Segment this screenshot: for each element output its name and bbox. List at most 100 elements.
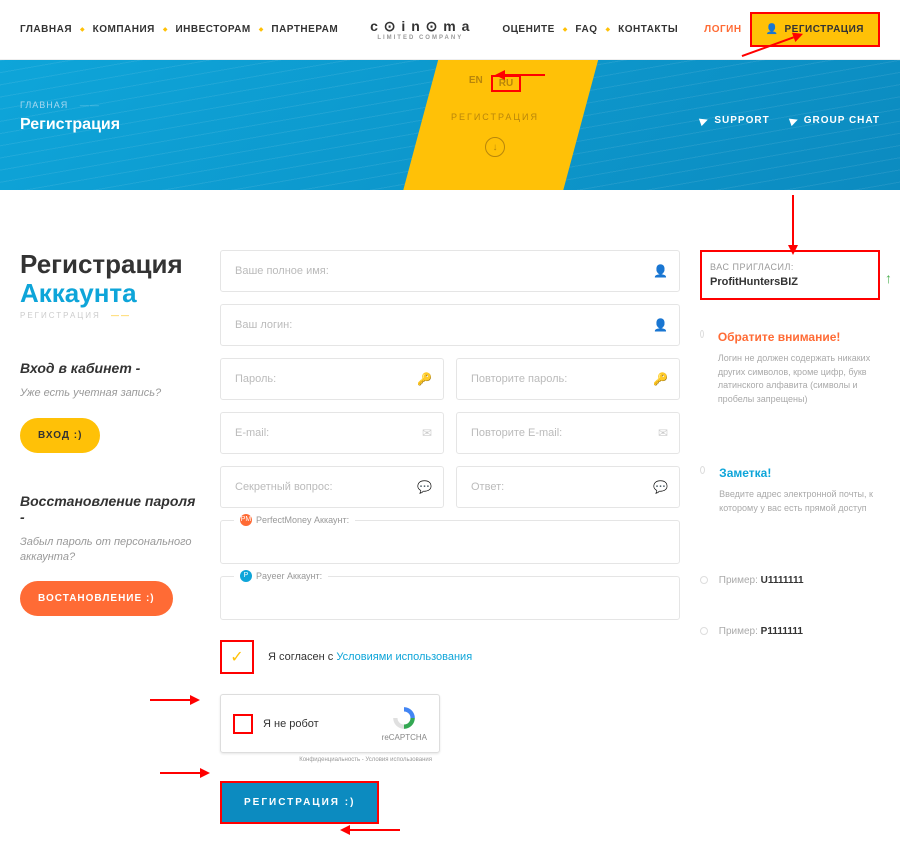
- recaptcha-terms: Конфиденциальность - Условия использован…: [220, 757, 440, 763]
- annotation-arrow: [495, 70, 545, 80]
- pm-badge-icon: PM: [240, 514, 252, 526]
- annotation-arrow: [160, 768, 210, 778]
- breadcrumb-sep: ——: [80, 100, 100, 110]
- annotation-arrow: [150, 695, 200, 705]
- invite-box: ВАС ПРИГЛАСИЛ: ProfitHuntersBIZ: [700, 250, 880, 300]
- scroll-down-icon[interactable]: ↓: [485, 137, 505, 157]
- bullet-icon: [700, 576, 708, 584]
- chat-icon: 💬: [417, 480, 432, 494]
- terms-link[interactable]: Условиями использования: [336, 651, 472, 663]
- heading-sub-text: РЕГИСТРАЦИЯ: [20, 311, 101, 320]
- chat-icon: 💬: [653, 480, 668, 494]
- nav-contacts[interactable]: КОНТАКТЫ: [618, 24, 678, 35]
- nav-sep: ◆: [163, 26, 168, 33]
- fullname-input[interactable]: [220, 250, 680, 292]
- bullet-icon: [700, 330, 704, 338]
- payeer-badge-icon: P: [240, 570, 252, 582]
- recover-button[interactable]: ВОСТАНОВЛЕНИЕ :): [20, 581, 173, 616]
- logo: c ⊙ i n ⊙ m a LIMITED COMPANY: [370, 18, 470, 41]
- mail-icon: ✉: [658, 426, 668, 440]
- payeer-input[interactable]: [220, 576, 680, 620]
- login-input[interactable]: [220, 304, 680, 346]
- submit-button[interactable]: РЕГИСТРАЦИЯ :): [220, 781, 379, 824]
- login-link[interactable]: ЛОГИН: [704, 24, 741, 35]
- bullet-icon: [700, 627, 708, 635]
- example-value: U1111111: [761, 575, 804, 586]
- key-icon: 🔑: [653, 372, 668, 386]
- check-icon: ✓: [230, 647, 243, 667]
- left-sidebar: Регистрация Аккаунта РЕГИСТРАЦИЯ —— Вход…: [20, 250, 200, 824]
- user-icon: 👤: [653, 264, 668, 278]
- terms-checkbox[interactable]: ✓: [220, 640, 254, 674]
- perfectmoney-input[interactable]: [220, 520, 680, 564]
- recaptcha-icon: [391, 705, 417, 731]
- plane-icon: [789, 115, 799, 125]
- example-label: Пример:: [719, 626, 761, 637]
- breadcrumb: ГЛАВНАЯ ——: [20, 100, 100, 110]
- login-section-text: Уже есть учетная запись?: [20, 386, 200, 401]
- support-links: SUPPORT GROUP CHAT: [700, 115, 880, 126]
- nav-rate[interactable]: ОЦЕНИТЕ: [502, 24, 554, 35]
- mail-icon: ✉: [422, 426, 432, 440]
- nav-sep: ◆: [563, 26, 568, 33]
- example-pm: Пример: U1111111: [700, 575, 880, 586]
- logo-text: c ⊙ i n ⊙ m a: [370, 18, 470, 34]
- nav-sep: ◆: [80, 26, 85, 33]
- dash-icon: ——: [111, 311, 131, 320]
- note2-text: Введите адрес электронной почты, к котор…: [719, 488, 880, 515]
- breadcrumb-home[interactable]: ГЛАВНАЯ: [20, 100, 68, 110]
- note2-title: Заметка!: [719, 466, 880, 480]
- support-label: SUPPORT: [714, 115, 769, 126]
- logo-subtext: LIMITED COMPANY: [370, 35, 470, 41]
- login-section-title: Вход в кабинет -: [20, 360, 200, 376]
- agree-row: ✓ Я согласен с Условиями использования: [220, 640, 680, 674]
- user-icon: 👤: [766, 24, 779, 35]
- heading-line2: Аккаунта: [20, 278, 137, 308]
- user-icon: 👤: [653, 318, 668, 332]
- nav-sep: ◆: [605, 26, 610, 33]
- hero-reg-label: РЕГИСТРАЦИЯ: [425, 112, 565, 122]
- page-heading: Регистрация Аккаунта: [20, 250, 200, 307]
- password-repeat-input[interactable]: [456, 358, 680, 400]
- note1-text: Логин не должен содержать никаких других…: [718, 352, 880, 406]
- nav-home[interactable]: ГЛАВНАЯ: [20, 24, 72, 35]
- password-input[interactable]: [220, 358, 444, 400]
- recaptcha-brand: reCAPTCHA: [382, 733, 427, 742]
- bullet-icon: [700, 466, 705, 474]
- email-repeat-input[interactable]: [456, 412, 680, 454]
- recaptcha-label: Я не робот: [263, 718, 372, 730]
- key-icon: 🔑: [417, 372, 432, 386]
- nav-investors[interactable]: ИНВЕСТОРАМ: [175, 24, 250, 35]
- right-sidebar: ВАС ПРИГЛАСИЛ: ProfitHuntersBIZ ↑ Обрати…: [700, 250, 880, 824]
- example-payeer: Пример: P1111111: [700, 626, 880, 637]
- nav-company[interactable]: КОМПАНИЯ: [93, 24, 155, 35]
- nav-sep: ◆: [259, 26, 264, 33]
- nav-faq[interactable]: FAQ: [575, 24, 597, 35]
- lang-en[interactable]: EN: [469, 75, 483, 92]
- nav-partners[interactable]: ПАРТНЕРАМ: [271, 24, 338, 35]
- hero-banner: EN RU РЕГИСТРАЦИЯ ↓ ГЛАВНАЯ —— Регистрац…: [0, 60, 900, 190]
- support-link[interactable]: SUPPORT: [700, 115, 769, 126]
- hero-yellow-content: EN RU РЕГИСТРАЦИЯ ↓: [425, 75, 565, 157]
- scroll-top-icon[interactable]: ↑: [885, 270, 892, 286]
- group-chat-link[interactable]: GROUP CHAT: [790, 115, 880, 126]
- nav-right: ОЦЕНИТЕ ◆ FAQ ◆ КОНТАКТЫ ЛОГИН 👤 РЕГИСТР…: [502, 12, 880, 47]
- recover-section-text: Забыл пароль от персонального аккаунта?: [20, 535, 200, 566]
- recaptcha-checkbox[interactable]: [233, 714, 253, 734]
- nav-left: ГЛАВНАЯ ◆ КОМПАНИЯ ◆ ИНВЕСТОРАМ ◆ ПАРТНЕ…: [20, 24, 338, 35]
- recaptcha-widget: Я не робот reCAPTCHA: [220, 694, 440, 753]
- annotation-arrow: [340, 825, 400, 835]
- secret-answer-input[interactable]: [456, 466, 680, 508]
- recover-section-title: Восстановление пароля -: [20, 493, 200, 525]
- heading-line1: Регистрация: [20, 249, 183, 279]
- page-title: Регистрация: [20, 116, 120, 134]
- email-input[interactable]: [220, 412, 444, 454]
- secret-question-input[interactable]: [220, 466, 444, 508]
- login-button[interactable]: ВХОД :): [20, 418, 100, 453]
- invite-label: ВАС ПРИГЛАСИЛ:: [710, 262, 870, 272]
- agree-prefix: Я согласен с: [268, 651, 336, 663]
- example-label: Пример:: [719, 575, 761, 586]
- recaptcha-logo: reCAPTCHA: [382, 705, 427, 742]
- inviter-name: ProfitHuntersBIZ: [710, 276, 870, 288]
- plane-icon: [699, 115, 709, 125]
